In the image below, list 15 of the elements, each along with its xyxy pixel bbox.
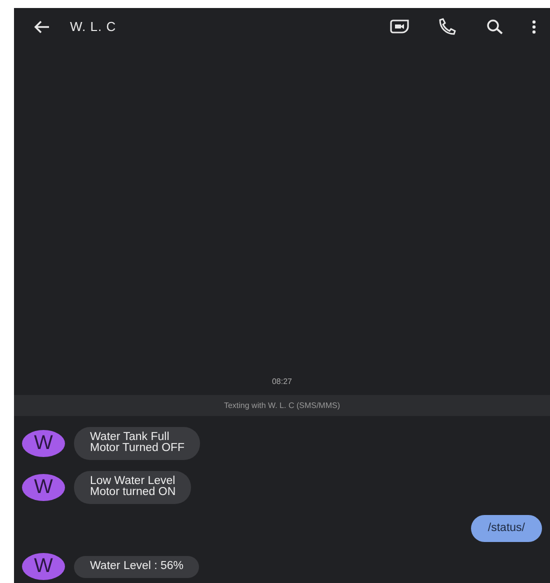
more-options-icon[interactable]	[532, 20, 536, 34]
received-message: Water Tank Full Motor Turned OFF	[74, 427, 200, 460]
received-message: Low Water Level Motor turned ON	[74, 471, 191, 504]
video-call-icon[interactable]	[390, 19, 410, 34]
back-arrow-icon[interactable]	[34, 20, 50, 34]
contact-avatar: W	[22, 553, 65, 580]
conversation-info-text: Texting with W. L. C (SMS/MMS)	[224, 401, 340, 410]
received-message: Water Level : 56%	[74, 556, 199, 578]
phone-icon[interactable]	[438, 18, 458, 35]
contact-avatar: W	[22, 474, 65, 501]
sent-message: /status/	[470, 515, 542, 542]
message-timestamp: 08:27	[272, 377, 292, 386]
contact-avatar: W	[22, 430, 65, 457]
search-icon[interactable]	[486, 18, 504, 34]
contact-name: W. L. C	[70, 19, 118, 34]
